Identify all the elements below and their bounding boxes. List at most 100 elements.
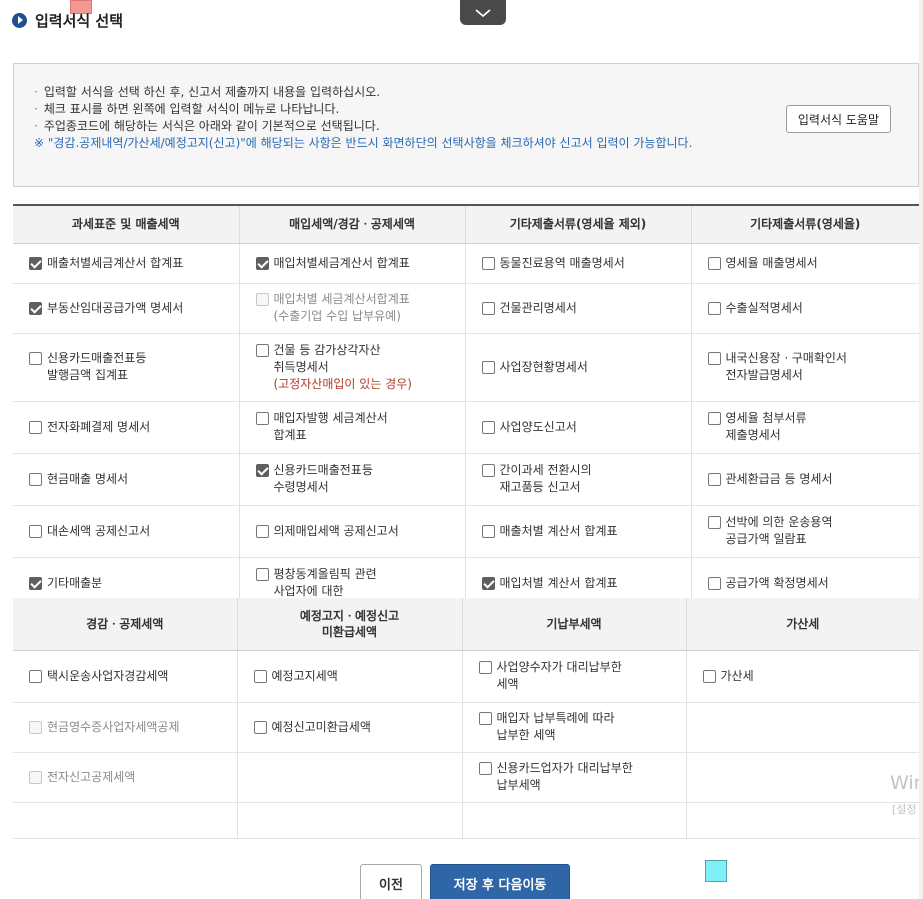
form-checkbox-item[interactable]: 신용카드업자가 대리납부한 납부세액 bbox=[478, 760, 686, 794]
checkbox-icon[interactable] bbox=[481, 464, 495, 477]
form-checkbox-item[interactable]: 예정고지세액 bbox=[253, 668, 462, 685]
form-checkbox-item[interactable]: 간이과세 전환시의 재고품등 신고서 bbox=[481, 462, 691, 496]
form-checkbox-item[interactable]: 동물진료용역 매출명세서 bbox=[481, 255, 691, 272]
form-checkbox-item[interactable]: 영세율 첨부서류 제출명세서 bbox=[707, 410, 920, 444]
table-cell: 예정신고미환급세액 bbox=[236, 702, 462, 753]
form-checkbox-item[interactable]: 영세율 매출명세서 bbox=[707, 255, 920, 272]
form-checkbox-item[interactable]: 매입자발행 세금계산서 합계표 bbox=[255, 410, 465, 444]
checkbox-icon[interactable] bbox=[481, 360, 495, 374]
form-checkbox-item[interactable]: 내국신용장ㆍ구매확인서 전자발급명세서 bbox=[707, 350, 920, 384]
checkbox-icon[interactable] bbox=[29, 669, 42, 683]
checkbox-checked-icon[interactable] bbox=[481, 576, 495, 590]
table-cell: 수출실적명세서 bbox=[690, 283, 920, 334]
table-cell bbox=[685, 752, 919, 803]
checkbox-icon[interactable] bbox=[707, 412, 721, 425]
checkbox-icon[interactable] bbox=[255, 343, 269, 357]
form-label: 매출처별 계산서 합계표 bbox=[500, 523, 618, 540]
checkbox-icon[interactable] bbox=[255, 412, 269, 425]
checkbox-icon[interactable] bbox=[253, 669, 267, 683]
form-checkbox-item[interactable]: 대손세액 공제신고서 bbox=[29, 523, 239, 540]
form-checkbox-item[interactable]: 매입처별세금계산서 합계표 bbox=[255, 255, 465, 272]
form-checkbox-item[interactable]: 건물 등 감가상각자산 취득명세서 (고정자산매입이 있는 경우) bbox=[255, 342, 465, 393]
form-checkbox-item[interactable]: 신용카드매출전표등 발행금액 집계표 bbox=[29, 350, 239, 384]
table-cell: 예정고지세액 bbox=[236, 650, 462, 703]
table-header-row: 과세표준 및 매출세액 매입세액/경감ㆍ공제세액 기타제출서류(영세율 제외) … bbox=[13, 205, 919, 244]
form-checkbox-item[interactable]: 예정신고미환급세액 bbox=[253, 719, 462, 736]
checkbox-icon[interactable] bbox=[478, 661, 492, 674]
checkbox-icon[interactable] bbox=[707, 472, 721, 486]
checkbox-icon[interactable] bbox=[481, 524, 495, 538]
form-label-line: 전자화폐결제 명세서 bbox=[47, 419, 151, 434]
form-label-line: 전자신고공제세액 bbox=[47, 769, 136, 784]
checkbox-checked-icon[interactable] bbox=[29, 576, 42, 590]
checkbox-icon[interactable] bbox=[702, 669, 716, 683]
form-checkbox-item[interactable]: 택시운송사업자경감세액 bbox=[29, 668, 237, 685]
form-checkbox-item[interactable]: 사업장현황명세서 bbox=[481, 359, 691, 376]
form-checkbox-item[interactable]: 건물관리명세서 bbox=[481, 300, 691, 317]
form-label-line: 매입자 납부특례에 따라 bbox=[496, 711, 615, 725]
form-label-line: 택시운송사업자경감세액 bbox=[47, 668, 169, 683]
form-checkbox-item[interactable]: 사업양수자가 대리납부한 세액 bbox=[478, 659, 686, 693]
checkbox-checked-icon[interactable] bbox=[29, 301, 42, 315]
form-checkbox-item[interactable]: 수출실적명세서 bbox=[707, 300, 920, 317]
form-label: 매입처별 계산서 합계표 bbox=[500, 575, 618, 592]
form-label-line: 수령명세서 bbox=[273, 480, 329, 494]
checkbox-icon[interactable] bbox=[478, 762, 492, 775]
checkbox-icon[interactable] bbox=[478, 712, 492, 725]
form-checkbox-item[interactable]: 매출처별 계산서 합계표 bbox=[481, 523, 691, 540]
table-header-row: 경감ㆍ공제세액 예정고지ㆍ예정신고 미환급세액 기납부세액 가산세 bbox=[13, 598, 919, 651]
form-label-line: 예정신고미환급세액 bbox=[271, 719, 371, 734]
form-checkbox-item: 매입처별 세금계산서합계표 (수출기업 수입 납부유예) bbox=[255, 291, 465, 325]
scrollbar[interactable] bbox=[919, 0, 923, 899]
form-table-main: 과세표준 및 매출세액 매입세액/경감ㆍ공제세액 기타제출서류(영세율 제외) … bbox=[13, 204, 919, 610]
table-cell: 가산세 bbox=[685, 650, 920, 703]
help-button[interactable]: 입력서식 도움말 bbox=[785, 105, 891, 133]
checkbox-checked-icon[interactable] bbox=[29, 256, 42, 270]
checkbox-icon[interactable] bbox=[255, 568, 269, 581]
checkbox-icon[interactable] bbox=[29, 352, 42, 365]
form-checkbox-item[interactable]: 사업양도신고서 bbox=[481, 419, 691, 436]
form-checkbox-item[interactable]: 신용카드매출전표등 수령명세서 bbox=[255, 462, 465, 496]
checkbox-checked-icon[interactable] bbox=[255, 464, 269, 477]
form-label: 현금매출 명세서 bbox=[47, 471, 128, 488]
checkbox-icon[interactable] bbox=[707, 352, 721, 365]
checkbox-icon[interactable] bbox=[29, 524, 42, 538]
checkbox-icon[interactable] bbox=[29, 420, 42, 434]
form-label-line: 매입처별 계산서 합계표 bbox=[499, 575, 618, 590]
notice-text: 입력할 서식을 선택 하신 후, 신고서 제출까지 내용을 입력하십시오. bbox=[43, 85, 381, 99]
form-checkbox-item[interactable]: 가산세 bbox=[702, 668, 920, 685]
form-checkbox-item[interactable]: 관세환급금 등 명세서 bbox=[707, 471, 920, 488]
checkbox-icon[interactable] bbox=[29, 472, 42, 486]
form-checkbox-item[interactable]: 기타매출분 bbox=[29, 575, 239, 592]
checkbox-icon[interactable] bbox=[255, 524, 269, 538]
checkbox-icon[interactable] bbox=[707, 516, 721, 529]
page-title: 입력서식 선택 bbox=[35, 11, 124, 30]
form-checkbox-item[interactable]: 매입처별 계산서 합계표 bbox=[481, 575, 691, 592]
form-checkbox-item[interactable]: 매출처별세금계산서 합계표 bbox=[29, 255, 239, 272]
form-checkbox-item[interactable]: 현금매출 명세서 bbox=[29, 471, 239, 488]
checkbox-icon[interactable] bbox=[707, 301, 721, 315]
checkbox-icon[interactable] bbox=[481, 301, 495, 315]
form-checkbox-item[interactable]: 선박에 의한 운송용역 공급가액 일람표 bbox=[707, 514, 920, 548]
table-cell: 관세환급금 등 명세서 bbox=[690, 453, 920, 506]
form-checkbox-item[interactable]: 매입자 납부특례에 따라 납부한 세액 bbox=[478, 710, 686, 744]
checkbox-icon[interactable] bbox=[481, 256, 495, 270]
collapse-toggle[interactable] bbox=[460, 0, 506, 25]
table-cell: 영세율 매출명세서 bbox=[690, 243, 920, 284]
form-checkbox-item[interactable]: 전자화폐결제 명세서 bbox=[29, 419, 239, 436]
form-checkbox-item[interactable]: 공급가액 확정명세서 bbox=[707, 575, 920, 592]
checkbox-icon[interactable] bbox=[707, 576, 721, 590]
prev-button[interactable]: 이전 bbox=[360, 864, 422, 899]
action-buttons: 이전 저장 후 다음이동 bbox=[360, 864, 570, 899]
checkbox-checked-icon[interactable] bbox=[255, 256, 269, 270]
notice-warning: ※ "경감.공제내역/가산세/예정고지(신고)"에 해당되는 사항은 반드시 화… bbox=[34, 136, 693, 150]
table-cell: 동물진료용역 매출명세서 bbox=[464, 243, 691, 284]
checkbox-icon[interactable] bbox=[481, 420, 495, 434]
form-checkbox-item[interactable]: 평창동계올림픽 관련 사업자에 대한 bbox=[255, 566, 465, 600]
table-row bbox=[13, 802, 919, 839]
checkbox-icon[interactable] bbox=[253, 720, 267, 734]
form-checkbox-item[interactable]: 부동산임대공급가액 명세서 bbox=[29, 300, 239, 317]
form-checkbox-item[interactable]: 의제매입세액 공제신고서 bbox=[255, 523, 465, 540]
save-next-button[interactable]: 저장 후 다음이동 bbox=[430, 864, 570, 899]
checkbox-icon[interactable] bbox=[707, 256, 721, 270]
